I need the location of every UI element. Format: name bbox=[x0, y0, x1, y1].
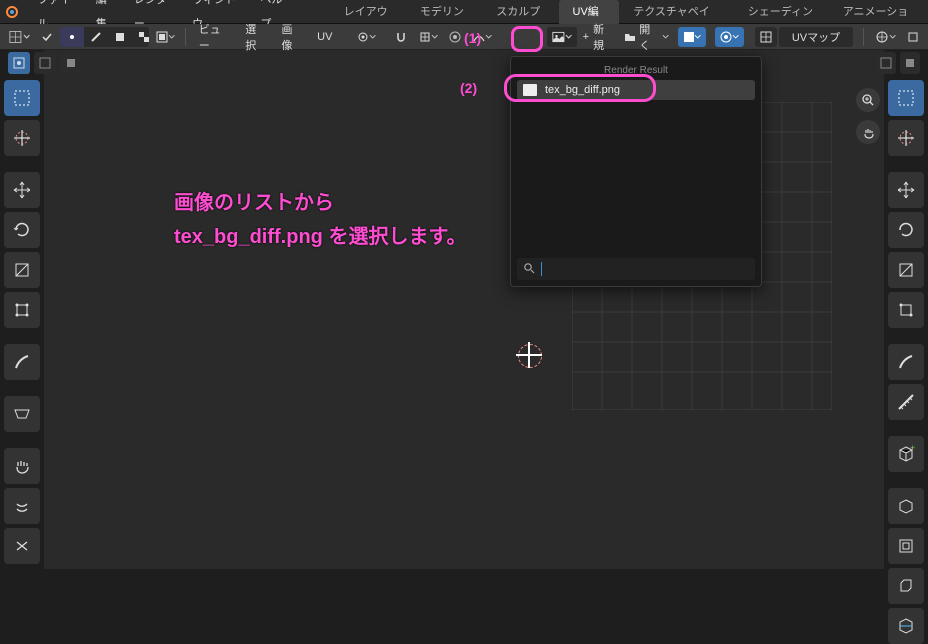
annotation-line1: 画像のリストから bbox=[174, 186, 466, 220]
divider bbox=[185, 28, 186, 46]
right-toolbar: + bbox=[888, 80, 924, 644]
menu-select[interactable]: 選択 bbox=[238, 27, 272, 47]
vp-tool-add-cube[interactable]: + bbox=[888, 436, 924, 472]
open-label: 開く bbox=[639, 21, 659, 53]
vp-sel-mode-1[interactable] bbox=[876, 52, 896, 74]
dropdown-title: Render Result bbox=[517, 65, 755, 76]
dropdown-empty-space bbox=[517, 100, 755, 252]
tool-transform[interactable] bbox=[4, 292, 40, 328]
top-menu-bar: ファイル 編集 レンダー ウィンドウ ヘルプ レイアウト モデリング スカルプト… bbox=[0, 0, 928, 24]
folder-icon bbox=[623, 30, 636, 44]
annotation-text: 画像のリストから tex_bg_diff.png を選択します。 bbox=[174, 186, 466, 254]
uv-select-face[interactable] bbox=[108, 27, 132, 47]
proportional-edit-toggle[interactable] bbox=[444, 27, 466, 47]
viewport-sel-mode-strip bbox=[868, 50, 928, 76]
workspace-tabs: レイアウト モデリング スカルプト UV編集 テクスチャペイント シェーディング… bbox=[330, 0, 924, 24]
vp-tool-transform[interactable] bbox=[888, 292, 924, 328]
sel-mode-vertex[interactable] bbox=[8, 52, 30, 74]
tool-rip[interactable] bbox=[4, 396, 40, 432]
vp-tool-inset[interactable] bbox=[888, 528, 924, 564]
divider bbox=[863, 28, 864, 46]
menu-image[interactable]: 画像 bbox=[274, 27, 308, 47]
uv-select-vertex[interactable] bbox=[60, 27, 84, 47]
tool-tweak[interactable] bbox=[4, 80, 40, 116]
tool-rotate[interactable] bbox=[4, 212, 40, 248]
vp-tool-measure[interactable] bbox=[888, 384, 924, 420]
vp-tool-tweak[interactable] bbox=[888, 80, 924, 116]
snap-toggle[interactable] bbox=[390, 27, 412, 47]
tab-sculpt[interactable]: スカルプト bbox=[482, 0, 558, 24]
tool-grab[interactable] bbox=[4, 448, 40, 484]
annotation-line2: tex_bg_diff.png を選択します。 bbox=[174, 220, 466, 254]
image-item-name: tex_bg_diff.png bbox=[545, 84, 620, 96]
vp-sel-mode-2[interactable] bbox=[900, 52, 920, 74]
uv-select-mode-group bbox=[60, 27, 148, 47]
open-image-button[interactable]: 開く bbox=[619, 27, 674, 47]
image-list-item[interactable]: tex_bg_diff.png bbox=[517, 80, 755, 100]
sel-mode-face[interactable] bbox=[60, 52, 82, 74]
tool-relax[interactable] bbox=[4, 488, 40, 524]
snap-mode-dropdown[interactable] bbox=[414, 27, 442, 47]
vp-tool-scale[interactable] bbox=[888, 252, 924, 288]
svg-text:+: + bbox=[910, 444, 915, 453]
tab-layout[interactable]: レイアウト bbox=[330, 0, 406, 24]
blender-logo-icon bbox=[4, 3, 20, 21]
tab-modeling[interactable]: モデリング bbox=[406, 0, 482, 24]
image-browse-dropdown[interactable] bbox=[547, 27, 577, 47]
vp-tool-move[interactable] bbox=[888, 172, 924, 208]
editor-type-dropdown[interactable] bbox=[4, 27, 34, 47]
uv-select-edge[interactable] bbox=[84, 27, 108, 47]
sel-mode-edge[interactable] bbox=[34, 52, 56, 74]
tab-shading[interactable]: シェーディング bbox=[734, 0, 829, 24]
viewport-mode-dropdown[interactable] bbox=[902, 27, 924, 47]
new-label: 新規 bbox=[593, 21, 612, 53]
viewport-editor-type-3d[interactable] bbox=[870, 27, 900, 47]
pivot-dropdown[interactable] bbox=[352, 27, 380, 47]
callout-label-2: (2) bbox=[460, 80, 477, 96]
uv-map-name[interactable]: UVマップ bbox=[779, 27, 853, 47]
left-toolbar bbox=[4, 80, 40, 564]
callout-label-1: (1) bbox=[464, 30, 481, 46]
vp-tool-annotate[interactable] bbox=[888, 344, 924, 380]
dropdown-search[interactable] bbox=[517, 258, 755, 280]
tool-scale[interactable] bbox=[4, 252, 40, 288]
dropdown-search-input[interactable] bbox=[541, 262, 749, 276]
tool-pinch[interactable] bbox=[4, 528, 40, 564]
pan-button[interactable] bbox=[856, 120, 880, 144]
uv-sync-selection[interactable] bbox=[36, 27, 58, 47]
uv-sel-mode-strip bbox=[0, 50, 200, 76]
tool-cursor[interactable] bbox=[4, 120, 40, 156]
tool-annotate[interactable] bbox=[4, 344, 40, 380]
uv-map-slot-icon[interactable] bbox=[755, 27, 777, 47]
plus-icon: + bbox=[583, 31, 589, 43]
uv-select-island[interactable] bbox=[132, 27, 148, 47]
menu-view[interactable]: ビュー bbox=[192, 27, 236, 47]
tool-move[interactable] bbox=[4, 172, 40, 208]
tab-texture-paint[interactable]: テクスチャペイント bbox=[619, 0, 734, 24]
vp-tool-cursor[interactable] bbox=[888, 120, 924, 156]
overlay-toggle[interactable] bbox=[715, 27, 743, 47]
zoom-button[interactable] bbox=[856, 88, 880, 112]
vp-tool-rotate[interactable] bbox=[888, 212, 924, 248]
image-list-dropdown: Render Result tex_bg_diff.png bbox=[510, 56, 762, 287]
menu-uv[interactable]: UV bbox=[311, 27, 339, 47]
image-thumb-icon bbox=[523, 84, 537, 96]
vp-tool-bevel[interactable] bbox=[888, 568, 924, 604]
search-icon bbox=[523, 262, 535, 277]
display-channels-dropdown[interactable] bbox=[678, 27, 706, 47]
tab-animation[interactable]: アニメーション bbox=[829, 0, 924, 24]
viewport-gizmo-column bbox=[856, 88, 880, 144]
new-image-button[interactable]: +新規 bbox=[579, 27, 617, 47]
vp-tool-loopcut[interactable] bbox=[888, 608, 924, 644]
vp-tool-extrude[interactable] bbox=[888, 488, 924, 524]
uv-sticky-select[interactable] bbox=[151, 27, 179, 47]
